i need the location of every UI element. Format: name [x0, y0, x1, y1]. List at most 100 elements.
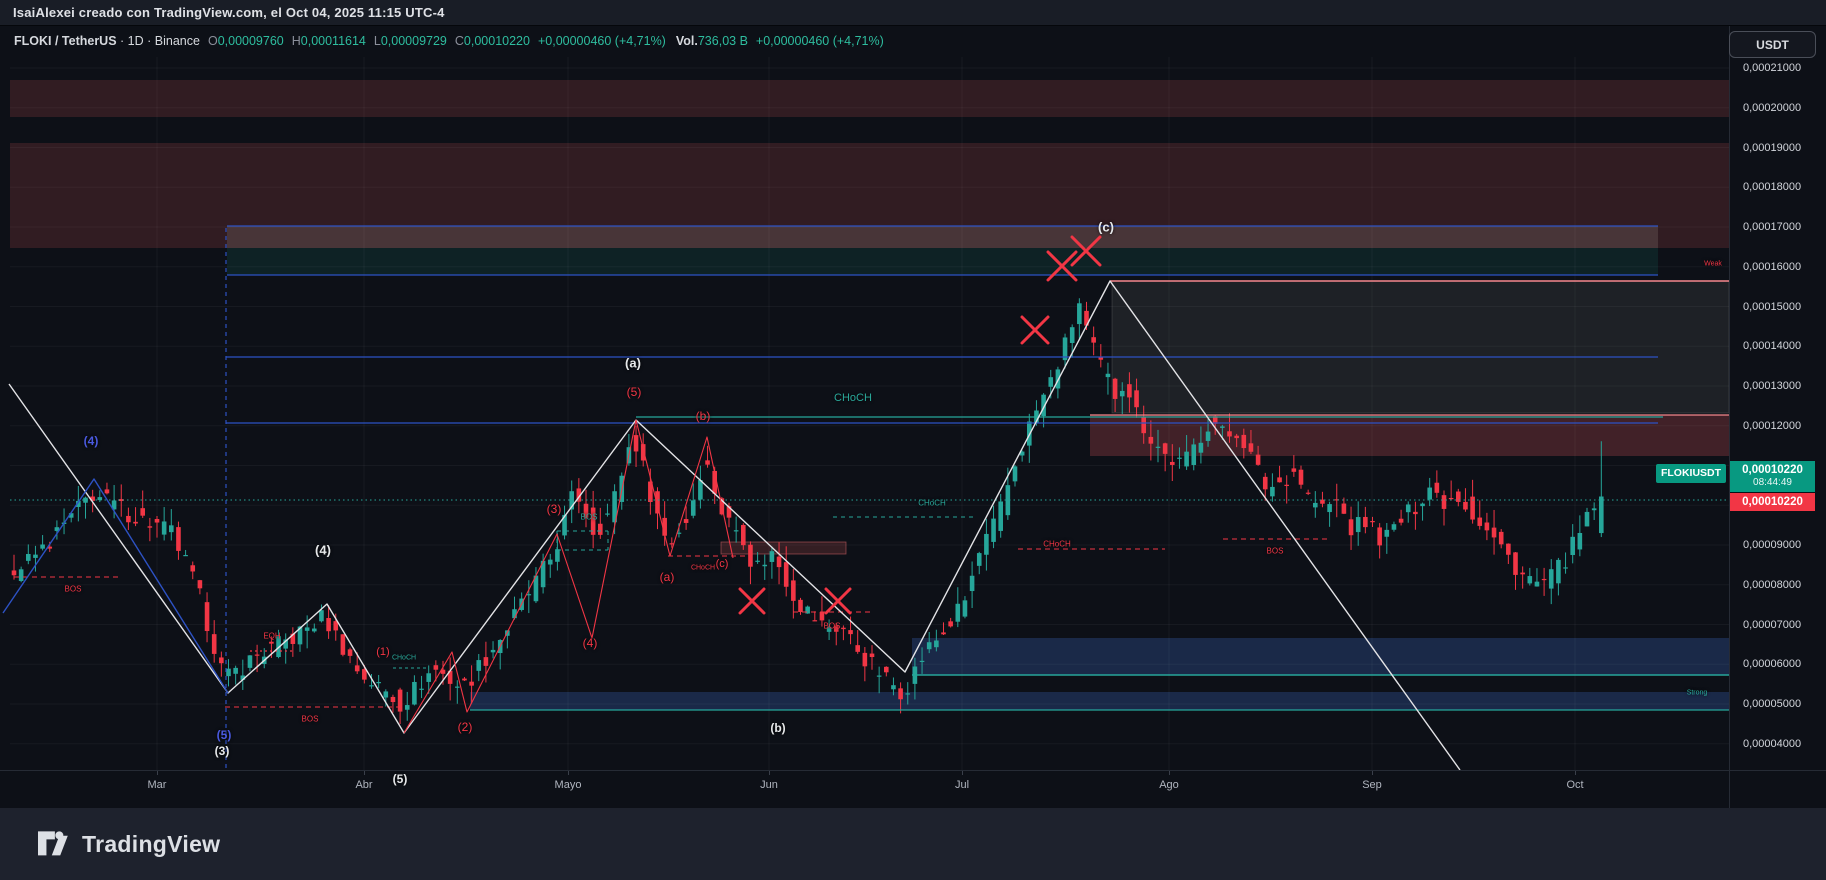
tradingview-logo-icon	[36, 826, 72, 863]
candle-body	[898, 688, 903, 700]
low-key: L	[373, 34, 381, 48]
candle-body	[826, 627, 832, 632]
candle-body	[1370, 521, 1375, 523]
candle-body	[1541, 578, 1547, 581]
candle-body	[1513, 552, 1518, 575]
candle-body	[1155, 446, 1161, 448]
candle-body	[1491, 527, 1497, 538]
candle-body	[133, 521, 138, 524]
price-axis-label: 0,00004000	[1743, 737, 1802, 750]
symbol-name[interactable]: FLOKI / TetherUS	[14, 34, 117, 48]
candle-body	[1091, 337, 1096, 343]
candle-body	[1599, 496, 1604, 534]
candle-body	[1262, 476, 1268, 490]
candle-body	[1305, 492, 1311, 494]
price-axis-label: 0,00016000	[1743, 260, 1802, 273]
candle-body	[812, 620, 818, 622]
price-axis[interactable]: 0,00021000 0,00020000 0,00019000 0,00018000…	[1729, 25, 1826, 808]
candle-body	[1134, 390, 1139, 408]
candle-body	[698, 480, 703, 500]
candle-body	[1484, 522, 1490, 531]
candle-body	[397, 689, 403, 712]
candle-body	[1355, 517, 1361, 533]
candle-body	[354, 665, 360, 672]
candle-body	[876, 675, 882, 677]
candle-body	[848, 630, 853, 635]
currency-toggle-button[interactable]: USDT	[1729, 31, 1816, 58]
price-axis-label: 0,00017000	[1743, 221, 1802, 233]
time-axis-tick	[1575, 771, 1576, 775]
candle-body	[583, 503, 589, 518]
candle-body	[683, 519, 689, 523]
candle-body	[18, 569, 24, 581]
candle-body	[1556, 559, 1561, 584]
candle-body	[705, 460, 710, 465]
candle-body	[426, 673, 431, 682]
elliott-blue-zigzag[interactable]	[2, 478, 229, 694]
time-axis-tick	[364, 771, 365, 775]
candle-body	[1427, 487, 1432, 500]
candle-body	[1177, 457, 1182, 459]
candle-body	[969, 575, 975, 592]
candle-body	[941, 632, 946, 635]
candle-body	[383, 691, 389, 698]
time-axis[interactable]: Mar Abr Mayo Jun Jul Ago Sep Oct	[0, 770, 1826, 809]
candle-body	[1291, 468, 1297, 472]
candle-body	[1141, 416, 1146, 434]
candle-body	[1577, 533, 1583, 550]
last-price-value: 0,00010220	[1742, 464, 1803, 477]
candle-body	[469, 681, 474, 686]
candle-body	[233, 667, 238, 674]
time-axis-tick	[568, 771, 569, 775]
candle-body	[369, 685, 374, 687]
candle-body	[862, 652, 868, 667]
candle-body	[104, 489, 110, 494]
candle-body	[1584, 511, 1590, 527]
candle-body	[1105, 373, 1111, 378]
close-key: C	[454, 34, 464, 48]
symbol-price-tag: FLOKIUSDT	[1656, 464, 1726, 483]
candle-body	[1298, 469, 1304, 485]
candle-body	[1069, 327, 1075, 343]
candle-body	[219, 657, 224, 664]
candle-body	[976, 553, 982, 566]
price-axis-label: 0,00015000	[1743, 300, 1802, 313]
last-price-tag: 0,00010220 08:44:49	[1730, 461, 1815, 492]
candle-body	[190, 565, 196, 572]
time-axis-label: Oct	[1566, 779, 1584, 791]
candle-body	[884, 666, 889, 673]
tradingview-logo[interactable]: TradingView	[36, 826, 220, 863]
time-axis-tick	[1169, 771, 1170, 775]
footer-bar: TradingView	[0, 808, 1826, 880]
candle-body	[833, 625, 839, 632]
low-value: 0,00009729	[380, 34, 447, 48]
candle-body	[948, 621, 953, 627]
time-axis-label: Ago	[1159, 779, 1179, 791]
price-axis-label: 0,00005000	[1743, 698, 1802, 710]
candle-body	[326, 618, 331, 632]
open-key: O	[207, 34, 218, 48]
time-axis-label: Jun	[760, 779, 778, 791]
candle-body	[526, 594, 532, 596]
candle-body	[1341, 503, 1347, 514]
gray-box-top-zone	[227, 226, 1658, 248]
candle-body	[1227, 431, 1232, 437]
candle-body	[555, 549, 560, 562]
candle-body	[748, 544, 753, 567]
candle-body	[176, 527, 181, 551]
candle-body	[1255, 454, 1261, 465]
volume-value: 736,03 B	[697, 34, 748, 48]
green-band-zone	[227, 248, 1658, 275]
time-axis-tick	[1372, 771, 1373, 775]
chart-surface[interactable]	[0, 0, 1826, 880]
interval-label[interactable]: 1D	[128, 34, 144, 48]
change-value: +0,00000460 (+4,71%)	[537, 34, 666, 48]
candle-body	[1563, 567, 1568, 569]
candle-body	[126, 515, 131, 523]
candle-body	[1477, 517, 1483, 526]
candle-body	[347, 649, 353, 656]
candle-body	[211, 634, 217, 654]
candle-body	[1119, 390, 1125, 397]
candle-body	[483, 657, 489, 666]
candle-body	[476, 660, 482, 671]
